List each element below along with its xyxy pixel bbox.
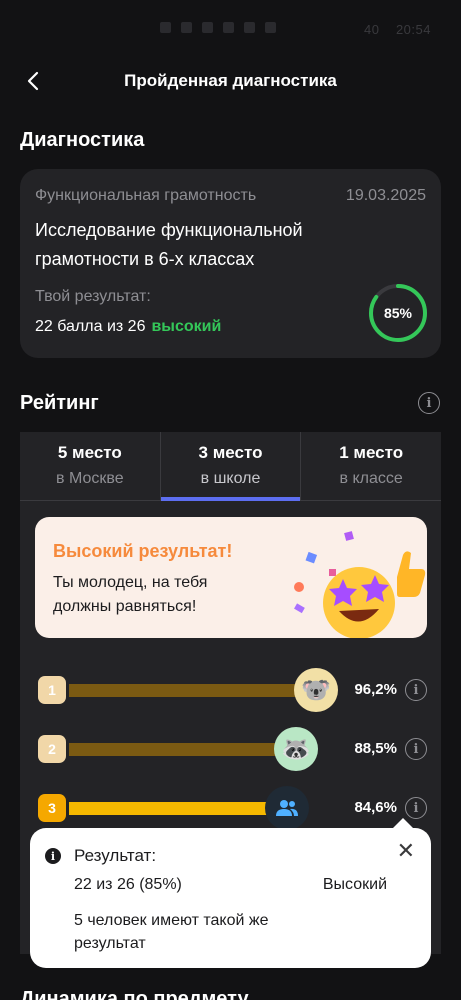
result-score: 22 балла из 26 высокий [35, 318, 221, 336]
tab-class[interactable]: 1 место в классе [301, 432, 441, 500]
tab-moscow[interactable]: 5 место в Москве [20, 432, 161, 500]
confetti-icon [344, 531, 354, 541]
rating-section-title: Рейтинг [20, 392, 99, 414]
confetti-icon [294, 603, 305, 614]
rank-badge: 2 [38, 735, 66, 763]
tooltip-value: 22 из 26 (85%) [74, 876, 182, 893]
result-percent: 85% [383, 305, 413, 321]
signal-icon [181, 22, 192, 33]
tooltip-title: Результат: [74, 846, 157, 865]
status-bar: 40 20:54 [0, 0, 461, 60]
rank-badge: 3 [38, 794, 66, 822]
rank-bar [69, 684, 310, 697]
confetti-icon [305, 551, 318, 564]
clock: 20:54 [395, 22, 431, 37]
app-bar: Пройденная диагностика [0, 60, 461, 104]
rank-bar [69, 743, 290, 756]
diagnostic-date: 19.03.2025 [345, 187, 426, 204]
rank-percent: 84,6% [354, 799, 397, 816]
dynamics-section-title: Динамика по предмету [20, 988, 249, 1000]
leaderboard-row: 3 84,6% i [35, 784, 427, 830]
battery-level: 40 [364, 22, 380, 37]
tooltip-level: Высокий [322, 876, 387, 893]
achievement-banner: Высокий результат! Ты молодец, на тебя д… [35, 517, 427, 638]
tab-school[interactable]: 3 место в школе [160, 432, 302, 501]
signal-icon [160, 22, 171, 33]
result-tooltip: i Результат: ✕ 22 из 26 (85%) Высокий 5 … [30, 818, 431, 968]
tab-scope: в классе [339, 470, 403, 487]
banner-title: Высокий результат! [53, 541, 233, 561]
diagnostic-name: Исследование функциональной грамотности … [35, 220, 303, 269]
thumbs-up-icon [397, 551, 426, 597]
rank-percent: 88,5% [354, 740, 397, 757]
koala-icon: 🐨 [294, 668, 338, 712]
rating-info-icon[interactable]: i [418, 392, 440, 414]
location-icon [223, 22, 234, 33]
tab-place: 1 место [339, 443, 404, 462]
rank-badge: 1 [38, 676, 66, 704]
info-icon: i [45, 848, 61, 864]
result-label: Твой результат: [35, 288, 151, 305]
raccoon-icon: 🦝 [274, 727, 318, 771]
diagnostics-section-title: Диагностика [20, 129, 145, 151]
page-title: Пройденная диагностика [124, 71, 337, 90]
score-text: 22 балла из 26 [35, 318, 146, 335]
tooltip-pointer [393, 818, 413, 828]
close-icon[interactable]: ✕ [397, 840, 415, 862]
people-icon-glyph [276, 800, 298, 816]
row-info-icon[interactable]: i [405, 738, 427, 760]
diagnostic-category: Функциональная грамотность [35, 187, 257, 204]
confetti-icon [329, 569, 336, 576]
rating-tabs: 5 место в Москве 3 место в школе 1 место… [20, 432, 441, 501]
rank-percent: 96,2% [354, 681, 397, 698]
banner-text: Ты молодец, на тебя должны равняться! [53, 574, 208, 615]
active-tab-indicator [160, 497, 301, 501]
bluetooth-icon [265, 22, 276, 33]
people-icon [265, 786, 309, 830]
wifi-icon [202, 22, 213, 33]
confetti-icon [294, 582, 304, 592]
tooltip-note: 5 человек имеют такой же результат [74, 912, 269, 952]
diagnostic-card[interactable]: Функциональная грамотность 19.03.2025 Ис… [20, 169, 441, 358]
emoji-face [323, 567, 395, 638]
tab-place: 3 место [198, 443, 263, 462]
tab-scope: в Москве [56, 470, 124, 487]
status-time: 40 20:54 [364, 22, 431, 37]
app-icon [244, 22, 255, 33]
leaderboard-row: 1 🐨 96,2% i [35, 666, 427, 712]
tab-place: 5 место [57, 443, 122, 462]
row-info-icon[interactable]: i [405, 679, 427, 701]
rank-bar [69, 802, 281, 815]
status-icons [160, 22, 276, 33]
result-level: высокий [151, 318, 222, 335]
star-eyes-emoji-icon [294, 531, 426, 638]
row-info-icon[interactable]: i [405, 797, 427, 819]
leaderboard-row: 2 🦝 88,5% i [35, 725, 427, 771]
tab-scope: в школе [200, 470, 261, 487]
